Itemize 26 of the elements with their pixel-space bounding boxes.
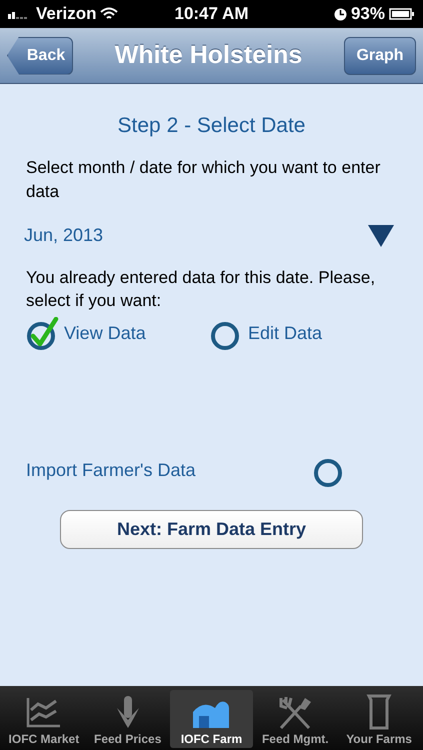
milk-can-icon — [364, 694, 394, 730]
tab[interactable]: Your Farms — [337, 690, 421, 748]
fork-and-shovel-icon — [277, 696, 314, 730]
date-picker[interactable]: Jun, 2013 — [24, 216, 397, 256]
tab[interactable]: Feed Mgmt. — [253, 690, 338, 748]
instruction-text: Select month / date for which you want to enter data — [26, 156, 382, 202]
tab[interactable]: Feed Prices — [86, 690, 170, 748]
next-button[interactable]: Next: Farm Data Entry — [60, 510, 363, 548]
tab[interactable]: IOFC Market — [2, 690, 86, 748]
step-title: Step 2 - Select Date — [116, 113, 306, 139]
tab[interactable]: IOFC Farm — [170, 690, 254, 748]
graph-button[interactable]: Graph — [344, 36, 416, 74]
battery-percent: 93% — [350, 3, 385, 26]
checked-radio-icon[interactable] — [26, 316, 60, 350]
screen-title: White Holsteins — [114, 40, 304, 71]
carrier-name: Verizon — [36, 3, 96, 26]
option-label[interactable]: View Data — [64, 320, 146, 347]
wifi-icon — [100, 7, 118, 21]
clock-time: 10:47 AM — [173, 3, 250, 26]
notice-text: You already entered data for this date. Please, select if you want: — [26, 266, 376, 312]
back-button[interactable]: Back — [7, 36, 73, 74]
option-label[interactable]: Edit Data — [248, 320, 322, 347]
battery-icon — [389, 8, 415, 20]
import-label: Import Farmer's Data — [26, 459, 196, 482]
clock-icon — [334, 8, 347, 20]
dropdown-triangle-icon — [367, 224, 395, 248]
